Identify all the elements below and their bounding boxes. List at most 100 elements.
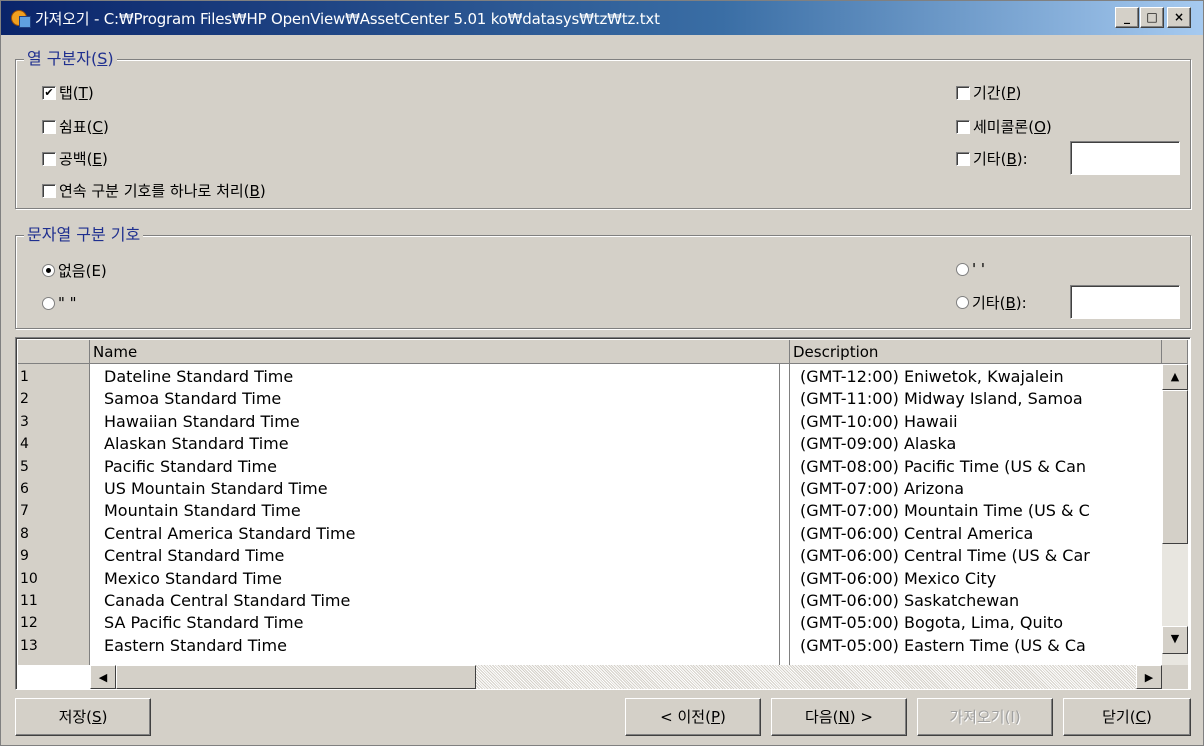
tab-check-mark[interactable]: ✔ <box>42 85 56 100</box>
none-radio-dot[interactable] <box>42 264 55 277</box>
other-separator-input[interactable] <box>1070 141 1180 175</box>
name-cell[interactable]: Hawaiian Standard Time <box>104 411 774 433</box>
single-quote-label: ' ' <box>972 260 986 278</box>
close-window-button[interactable]: × <box>1167 7 1191 28</box>
row-number[interactable]: 4 <box>20 433 29 455</box>
description-cell[interactable]: (GMT-06:00) Central Time (US & Car <box>800 545 1160 567</box>
previous-button[interactable]: < 이전(P) <box>625 698 761 736</box>
space-check-box[interactable] <box>42 151 56 166</box>
period-check-box[interactable] <box>956 85 970 100</box>
column-header-name[interactable]: Name <box>90 340 790 364</box>
double-quote-radio-dot[interactable] <box>42 296 55 310</box>
delimiter-none-radio[interactable]: 없음(E) <box>42 260 107 281</box>
other-delimiter-label: 기타(B): <box>972 294 1027 312</box>
description-cell[interactable]: (GMT-06:00) Mexico City <box>800 568 1160 590</box>
horizontal-scrollbar[interactable]: ◀ ▶ <box>90 665 1188 689</box>
vertical-scrollbar[interactable]: ▲ ▼ <box>1162 364 1188 665</box>
name-cell[interactable]: Alaskan Standard Time <box>104 433 774 455</box>
description-cell[interactable]: (GMT-06:00) Saskatchewan <box>800 590 1160 612</box>
row-number[interactable]: 11 <box>20 590 38 612</box>
delimiter-other-radio[interactable]: 기타(B): <box>956 292 1027 313</box>
horizontal-scroll-thumb[interactable] <box>116 665 476 689</box>
semicolon-label: 세미콜론(O) <box>973 118 1052 136</box>
row-number[interactable]: 7 <box>20 500 29 522</box>
row-number[interactable]: 9 <box>20 545 29 567</box>
name-cell[interactable]: Samoa Standard Time <box>104 388 774 410</box>
column-header-extra <box>1162 340 1188 364</box>
row-number[interactable]: 13 <box>20 635 38 657</box>
tab-checkbox[interactable]: ✔ 탭(T) <box>42 82 94 103</box>
scroll-left-button[interactable]: ◀ <box>90 665 116 689</box>
semicolon-checkbox[interactable]: 세미콜론(O) <box>956 116 1052 137</box>
name-cell[interactable]: Mountain Standard Time <box>104 500 774 522</box>
period-checkbox[interactable]: 기간(P) <box>956 82 1021 103</box>
import-button[interactable]: 가져오기(I) <box>917 698 1053 736</box>
row-number[interactable]: 8 <box>20 523 29 545</box>
merge-delimiters-checkbox[interactable]: 연속 구분 기호를 하나로 처리(B) <box>42 180 266 201</box>
description-cell[interactable]: (GMT-08:00) Pacific Time (US & Can <box>800 456 1160 478</box>
column-header-description[interactable]: Description <box>790 340 1162 364</box>
description-cell[interactable]: (GMT-09:00) Alaska <box>800 433 1160 455</box>
window-controls: _ □ × <box>1114 7 1191 28</box>
description-cell[interactable]: (GMT-12:00) Eniwetok, Kwajalein <box>800 366 1160 388</box>
next-button[interactable]: 다음(N) > <box>771 698 907 736</box>
row-number[interactable]: 12 <box>20 612 38 634</box>
name-cell[interactable]: Central America Standard Time <box>104 523 774 545</box>
scroll-down-button[interactable]: ▼ <box>1162 626 1188 654</box>
other-delimiter-input[interactable] <box>1070 285 1180 319</box>
string-delimiter-group: 문자열 구분 기호 없음(E) " " ' ' 기타(B): <box>15 225 1191 329</box>
vertical-scroll-thumb[interactable] <box>1162 390 1188 544</box>
name-cell[interactable]: US Mountain Standard Time <box>104 478 774 500</box>
comma-check-box[interactable] <box>42 119 56 134</box>
column-header-corner <box>18 340 90 364</box>
single-quote-radio-dot[interactable] <box>956 262 969 276</box>
column-separator-legend: 열 구분자(S) <box>24 49 117 69</box>
period-label: 기간(P) <box>973 84 1022 102</box>
import-dialog: 가져오기 - C:₩Program Files₩HP OpenView₩Asse… <box>0 0 1204 746</box>
space-checkbox[interactable]: 공백(E) <box>42 148 108 169</box>
delimiter-double-quote-radio[interactable]: " " <box>42 294 77 312</box>
name-cell[interactable]: Central Standard Time <box>104 545 774 567</box>
description-cell[interactable]: (GMT-10:00) Hawaii <box>800 411 1160 433</box>
other-delimiter-radio-dot[interactable] <box>956 296 969 309</box>
title-bar[interactable]: 가져오기 - C:₩Program Files₩HP OpenView₩Asse… <box>1 1 1203 35</box>
save-button[interactable]: 저장(S) <box>15 698 151 736</box>
description-cell[interactable]: (GMT-05:00) Bogota, Lima, Quito <box>800 612 1160 634</box>
name-cell[interactable]: Canada Central Standard Time <box>104 590 774 612</box>
size-grip[interactable] <box>1162 665 1188 689</box>
name-cell[interactable]: Mexico Standard Time <box>104 568 774 590</box>
scroll-up-button[interactable]: ▲ <box>1162 364 1188 390</box>
delimiter-single-quote-radio[interactable]: ' ' <box>956 260 985 278</box>
preview-grid[interactable]: Name Description ▲ ▼ ◀ ▶ 1 Dateline Stand… <box>15 337 1191 690</box>
column-splitter[interactable] <box>779 364 790 665</box>
merge-check-box[interactable] <box>42 183 56 198</box>
row-number[interactable]: 6 <box>20 478 29 500</box>
description-cell[interactable]: (GMT-11:00) Midway Island, Samoa <box>800 388 1160 410</box>
comma-checkbox[interactable]: 쉼표(C) <box>42 116 109 137</box>
comma-label: 쉼표(C) <box>59 118 109 136</box>
app-icon <box>9 7 31 29</box>
window-title: 가져오기 - C:₩Program Files₩HP OpenView₩Asse… <box>35 9 660 28</box>
description-cell[interactable]: (GMT-07:00) Mountain Time (US & C <box>800 500 1160 522</box>
tab-label: 탭(T) <box>59 84 94 102</box>
row-number[interactable]: 3 <box>20 411 29 433</box>
description-cell[interactable]: (GMT-06:00) Central America <box>800 523 1160 545</box>
row-number[interactable]: 5 <box>20 456 29 478</box>
description-cell[interactable]: (GMT-05:00) Eastern Time (US & Ca <box>800 635 1160 657</box>
other-separator-check-box[interactable] <box>956 151 970 166</box>
row-number[interactable]: 1 <box>20 366 29 388</box>
close-icon: × <box>1173 10 1185 24</box>
name-cell[interactable]: Dateline Standard Time <box>104 366 774 388</box>
semicolon-check-box[interactable] <box>956 119 970 134</box>
name-cell[interactable]: Pacific Standard Time <box>104 456 774 478</box>
maximize-button[interactable]: □ <box>1140 7 1164 28</box>
description-cell[interactable]: (GMT-07:00) Arizona <box>800 478 1160 500</box>
name-cell[interactable]: Eastern Standard Time <box>104 635 774 657</box>
minimize-button[interactable]: _ <box>1115 7 1139 28</box>
name-cell[interactable]: SA Pacific Standard Time <box>104 612 774 634</box>
scroll-right-button[interactable]: ▶ <box>1136 665 1162 689</box>
other-separator-checkbox[interactable]: 기타(B): <box>956 148 1028 169</box>
row-number[interactable]: 2 <box>20 388 29 410</box>
close-button[interactable]: 닫기(C) <box>1063 698 1191 736</box>
row-number[interactable]: 10 <box>20 568 38 590</box>
